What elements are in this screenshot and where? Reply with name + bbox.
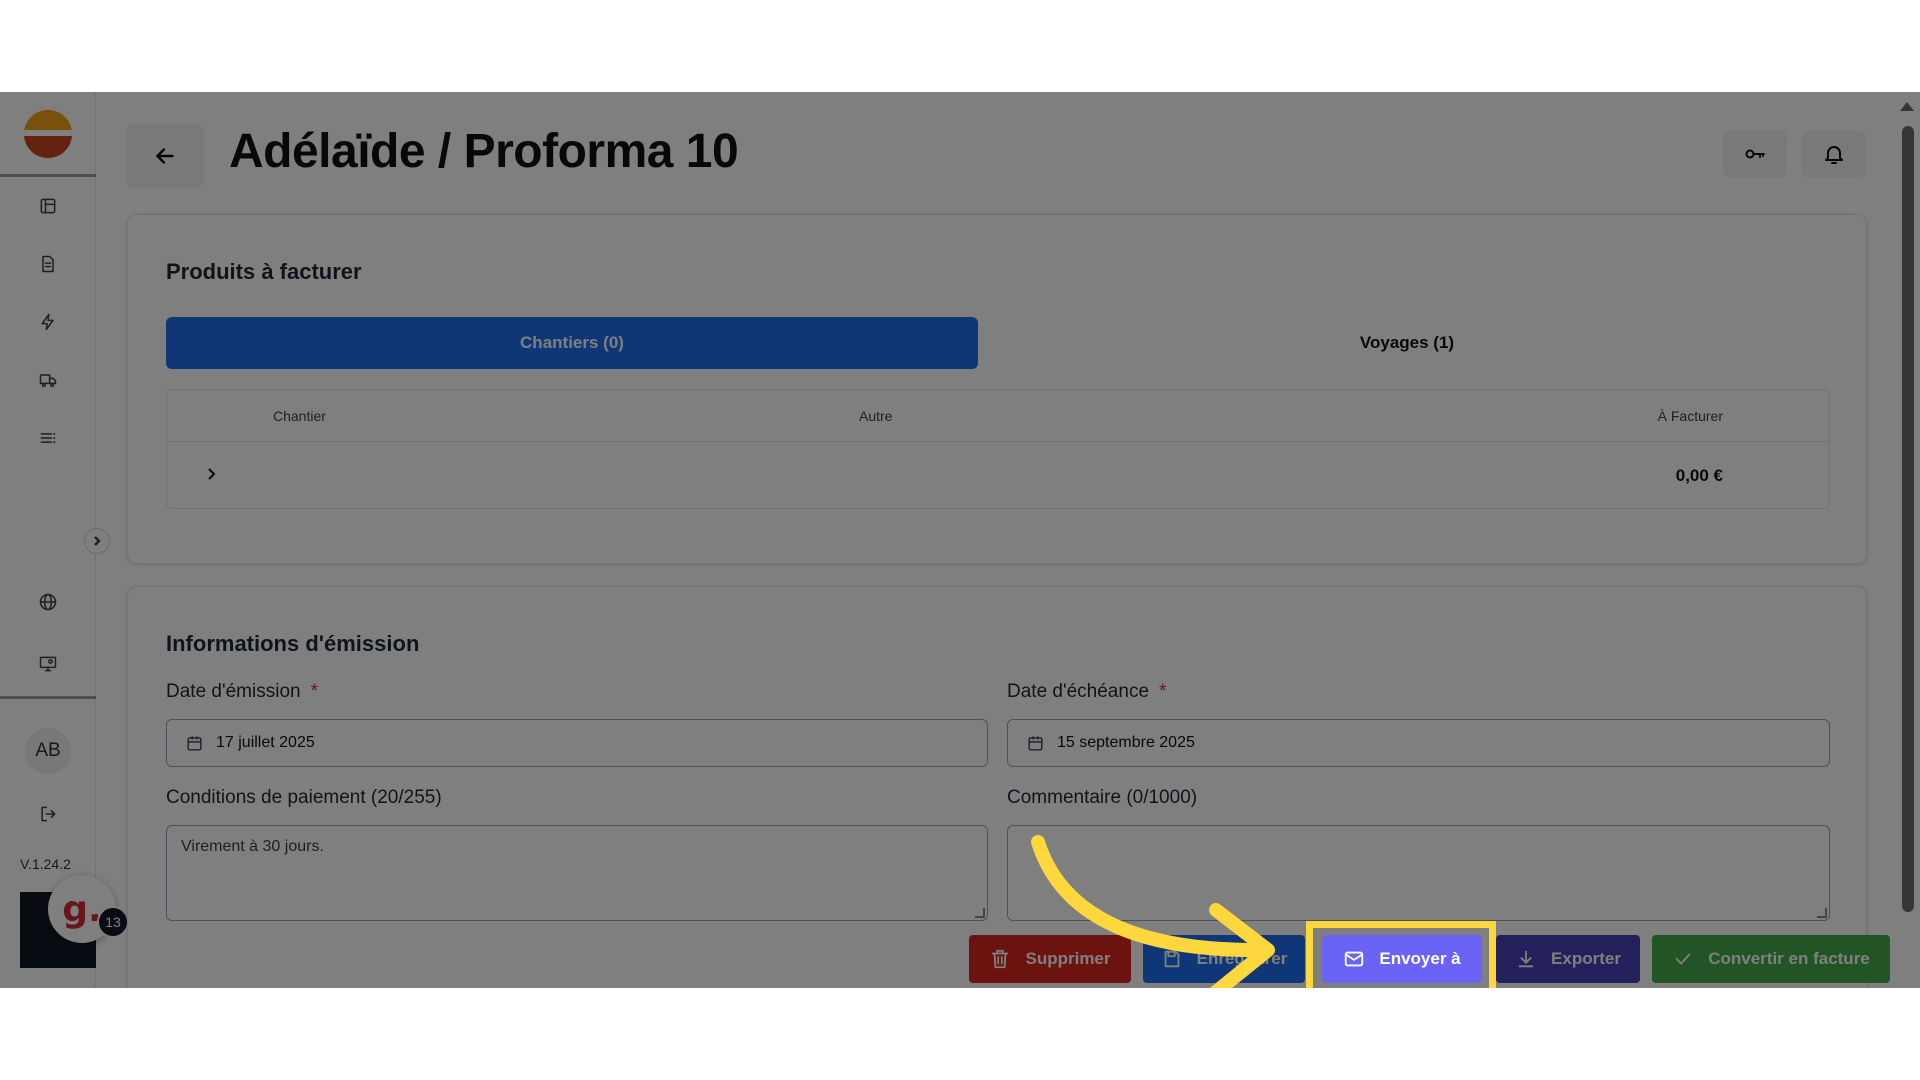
avatar[interactable]: AB xyxy=(25,728,71,774)
resize-handle[interactable] xyxy=(1817,908,1827,918)
app-version: V.1.24.2 xyxy=(20,856,71,872)
column-header-a-facturer: À Facturer xyxy=(1657,408,1723,424)
back-button[interactable] xyxy=(126,124,204,188)
download-icon xyxy=(1518,950,1534,968)
date-echeance-label-text: Date d'échéance xyxy=(1007,681,1150,702)
conditions-textarea[interactable]: Virement à 30 jours. xyxy=(166,825,988,921)
chevron-right-icon xyxy=(208,468,216,480)
highlight-frame xyxy=(1306,921,1496,988)
key-icon xyxy=(1745,149,1765,159)
trash-icon xyxy=(992,949,1009,969)
document-icon[interactable] xyxy=(36,252,60,276)
convert-label: Convertir en facture xyxy=(1708,949,1870,968)
conditions-value: Virement à 30 jours. xyxy=(181,838,324,855)
bolt-icon[interactable] xyxy=(36,310,60,334)
pointer-arrow-icon xyxy=(1031,835,1275,988)
chevron-right-icon xyxy=(94,536,101,546)
monitor-user-icon[interactable] xyxy=(36,652,60,676)
commentaire-label: Commentaire (0/1000) xyxy=(1007,787,1198,808)
table-header: Chantier Autre À Facturer xyxy=(167,390,1829,442)
column-header-autre: Autre xyxy=(859,408,893,424)
emission-card: Informations d'émission Date d'émission *… xyxy=(127,586,1867,988)
date-emission-value: 17 juillet 2025 xyxy=(216,734,315,751)
column-header-chantier: Chantier xyxy=(273,408,326,424)
date-emission-label: Date d'émission * xyxy=(166,681,318,703)
logout-icon[interactable] xyxy=(36,802,60,826)
products-table: Chantier Autre À Facturer 0,00 € xyxy=(166,389,1830,509)
emission-title: Informations d'émission xyxy=(166,631,420,656)
products-card: Produits à facturer Chantiers (0) Voyage… xyxy=(127,214,1867,564)
bell-icon xyxy=(1825,146,1843,164)
scroll-up-arrow[interactable] xyxy=(1900,102,1914,111)
sidebar-divider-bottom xyxy=(0,696,96,699)
calendar-icon xyxy=(1028,735,1043,751)
notification-count-badge: 13 xyxy=(97,906,129,938)
app-logo[interactable] xyxy=(24,110,72,158)
app-stage: AB V.1.24.2 g. 13 Adélaïde / Proforma 10… xyxy=(0,92,1920,988)
scrollbar-thumb[interactable] xyxy=(1902,126,1914,912)
page-title: Adélaïde / Proforma 10 xyxy=(229,125,739,178)
export-button[interactable]: Exporter xyxy=(1496,935,1640,983)
layout-icon[interactable] xyxy=(36,194,60,218)
products-title: Produits à facturer xyxy=(166,259,362,284)
check-icon xyxy=(1675,953,1691,965)
tab-chantiers[interactable]: Chantiers (0) xyxy=(166,317,978,369)
date-echeance-label: Date d'échéance * xyxy=(1007,681,1166,703)
date-echeance-value: 15 septembre 2025 xyxy=(1057,734,1195,751)
date-emission-label-text: Date d'émission xyxy=(166,681,301,702)
sidebar: AB V.1.24.2 xyxy=(0,92,110,988)
export-label: Exporter xyxy=(1551,949,1621,968)
resize-handle[interactable] xyxy=(975,908,985,918)
globe-icon[interactable] xyxy=(36,590,60,614)
sidebar-divider xyxy=(0,174,96,177)
date-emission-field[interactable]: 17 juillet 2025 xyxy=(166,719,988,767)
truck-icon[interactable] xyxy=(36,368,60,392)
row-amount: 0,00 € xyxy=(1675,466,1723,485)
calendar-icon xyxy=(187,735,202,751)
tab-voyages[interactable]: Voyages (1) xyxy=(984,317,1830,369)
arrow-left-icon xyxy=(156,148,174,164)
date-echeance-field[interactable]: 15 septembre 2025 xyxy=(1007,719,1830,767)
required-mark: * xyxy=(1159,681,1167,702)
required-mark: * xyxy=(310,681,318,702)
conditions-label: Conditions de paiement (20/255) xyxy=(166,787,442,808)
list-icon[interactable] xyxy=(36,426,60,450)
key-button[interactable] xyxy=(1723,130,1787,178)
notifications-button[interactable] xyxy=(1802,130,1866,178)
expand-row-button[interactable] xyxy=(203,466,219,482)
sidebar-expand-button[interactable] xyxy=(84,528,110,554)
convert-button[interactable]: Convertir en facture xyxy=(1652,935,1890,983)
